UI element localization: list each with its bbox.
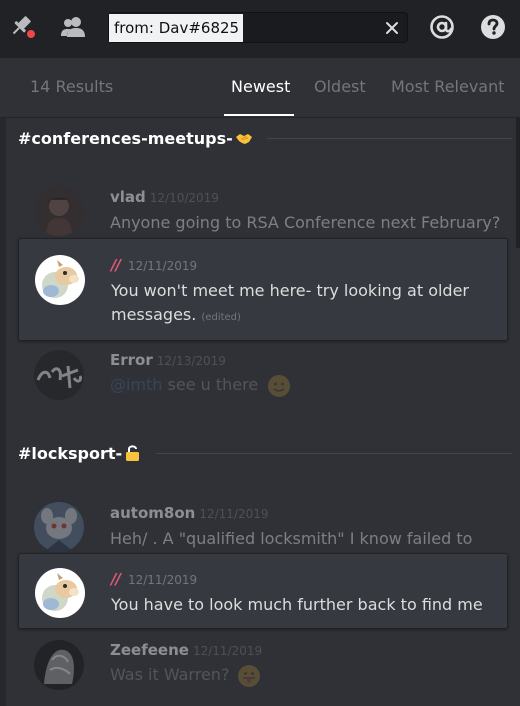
message-content: You have to look much further back to fi… — [111, 595, 483, 614]
search-result-message[interactable]: // 12/11/2019 You have to look much furth… — [18, 553, 508, 629]
avatar[interactable] — [35, 255, 85, 305]
channel-divider — [266, 137, 512, 139]
message-content: You won't meet me here- try looking at o… — [111, 279, 469, 330]
edited-marker: (edited) — [201, 312, 241, 323]
tab-most-relevant[interactable]: Most Relevant — [391, 58, 505, 115]
search-input[interactable]: from: Dav#6825 — [108, 12, 408, 43]
message-text-line: messages. — [111, 305, 197, 324]
context-message[interactable]: vlad 12/10/2019 Anyone going to RSA Confe… — [18, 180, 508, 238]
message-author[interactable]: Zeefeene — [110, 641, 189, 659]
message-content: Heh/ . A "qualified locksmith" I know fa… — [110, 529, 473, 548]
avatar[interactable] — [34, 640, 84, 690]
context-message[interactable]: Error 12/13/2019 @imth see u there — [18, 343, 508, 407]
results-scrollbar[interactable] — [516, 118, 520, 248]
message-text: see u there — [167, 375, 259, 394]
message-timestamp: 12/11/2019 — [127, 573, 198, 587]
pin-icon[interactable] — [8, 12, 38, 42]
handshake-emoji-icon — [235, 134, 252, 144]
context-message[interactable]: autom8on 12/11/2019 Heh/ . A "qualified l… — [18, 496, 508, 554]
search-query-text[interactable]: from: Dav#6825 — [109, 14, 244, 42]
channel-name[interactable]: #conferences-meetups- — [18, 129, 233, 148]
message-timestamp: 12/11/2019 — [192, 644, 263, 658]
channel-header-locksport: #locksport- — [18, 441, 512, 465]
message-author[interactable]: Error — [110, 351, 153, 369]
message-author[interactable]: // — [111, 570, 121, 588]
message-author[interactable]: // — [111, 256, 121, 274]
unlocked-padlock-emoji-icon — [126, 445, 140, 461]
results-count: 14 Results — [30, 77, 114, 96]
channel-divider — [156, 452, 512, 454]
message-text-line: You won't meet me here- try looking at o… — [111, 281, 469, 300]
mention-icon[interactable] — [427, 12, 457, 42]
tab-newest[interactable]: Newest — [231, 58, 290, 115]
message-timestamp: 12/11/2019 — [199, 507, 269, 521]
channel-name[interactable]: #locksport- — [18, 444, 122, 463]
tongue-out-face-emoji-icon — [237, 664, 260, 687]
member-list-icon[interactable] — [58, 12, 88, 42]
help-icon[interactable] — [478, 12, 508, 42]
active-tab-underline — [224, 114, 294, 116]
message-timestamp: 12/11/2019 — [127, 259, 198, 273]
left-edge-strip — [0, 58, 6, 706]
user-mention[interactable]: @imth — [110, 375, 162, 394]
avatar[interactable] — [34, 186, 84, 236]
clear-search-icon[interactable] — [383, 19, 401, 37]
search-toolbar: from: Dav#6825 — [0, 0, 520, 58]
message-content: Was it Warren? — [110, 663, 261, 688]
avatar[interactable] — [35, 568, 85, 618]
message-timestamp: 12/13/2019 — [156, 354, 226, 368]
search-result-message[interactable]: // 12/11/2019 You won't meet me here- try… — [18, 238, 508, 341]
message-timestamp: 12/10/2019 — [149, 191, 219, 205]
tab-oldest[interactable]: Oldest — [314, 58, 366, 115]
results-header: 14 Results Newest Oldest Most Relevant — [0, 58, 520, 118]
notification-dot-icon — [25, 28, 37, 40]
message-text: Was it Warren? — [110, 665, 230, 684]
context-message[interactable]: Zeefeene 12/11/2019 Was it Warren? — [18, 633, 508, 697]
message-content: @imth see u there — [110, 373, 291, 398]
avatar[interactable] — [34, 350, 84, 400]
avatar[interactable] — [34, 502, 84, 552]
slightly-smiling-face-emoji-icon — [268, 374, 291, 397]
message-author[interactable]: vlad — [110, 188, 146, 206]
message-author[interactable]: autom8on — [110, 504, 195, 522]
message-content: Anyone going to RSA Conference next Febr… — [110, 213, 501, 232]
channel-header-conferences: #conferences-meetups- — [18, 126, 512, 150]
